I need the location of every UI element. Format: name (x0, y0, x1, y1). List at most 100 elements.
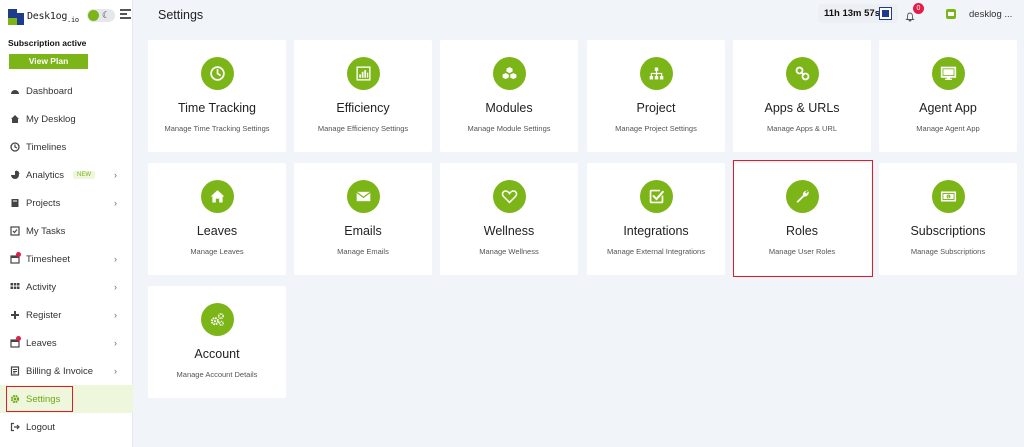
svg-text:$: $ (947, 195, 949, 199)
chevron-right-icon: › (114, 198, 117, 208)
gear-icon (10, 394, 20, 404)
card-account[interactable]: Account Manage Account Details (148, 286, 286, 398)
sidebar-item-my-tasks[interactable]: My Tasks (0, 217, 133, 245)
logo-mark-icon (8, 9, 24, 25)
user-menu[interactable]: desklog ... (969, 9, 1012, 20)
card-title: Agent App (919, 101, 977, 115)
folder-icon (10, 198, 20, 208)
sidebar-item-label: Dashboard (26, 85, 73, 97)
sidebar-nav: Dashboard My Desklog Timelines Analytics… (0, 77, 133, 413)
card-agent-app[interactable]: Agent App Manage Agent App (879, 40, 1017, 152)
card-subscriptions[interactable]: $ Subscriptions Manage Subscriptions (879, 163, 1017, 275)
check-square-icon (640, 180, 673, 213)
chevron-right-icon: › (114, 170, 117, 180)
stop-timer-button[interactable] (879, 7, 892, 20)
card-title: Subscriptions (910, 224, 986, 238)
plus-icon (10, 310, 20, 320)
card-title: Modules (485, 101, 533, 115)
sidebar-item-activity[interactable]: Activity › (0, 273, 133, 301)
card-subtitle: Manage External Integrations (607, 247, 705, 256)
sidebar-item-analytics[interactable]: Analytics NEW › (0, 161, 133, 189)
sidebar-item-label: Timesheet (26, 253, 70, 265)
card-subtitle: Manage Subscriptions (910, 247, 986, 256)
monitor-icon (932, 57, 965, 90)
envelope-icon (347, 180, 380, 213)
sidebar-item-label: My Tasks (26, 225, 66, 237)
view-plan-button[interactable]: View Plan (9, 54, 88, 69)
sidebar-item-label: Register (26, 309, 62, 321)
sidebar-item-settings[interactable]: Settings (0, 385, 133, 413)
bar-chart-icon (347, 57, 380, 90)
chevron-right-icon: › (114, 282, 117, 292)
sidebar-item-timesheet[interactable]: Timesheet › (0, 245, 133, 273)
sidebar-item-label: Leaves (26, 337, 57, 349)
card-subtitle: Manage Module Settings (467, 124, 551, 133)
sidebar-item-label: My Desklog (26, 113, 76, 125)
card-project[interactable]: Project Manage Project Settings (587, 40, 725, 152)
sidebar-item-label: Analytics (26, 169, 65, 181)
card-title: Integrations (623, 224, 689, 238)
card-subtitle: Manage Account Details (176, 370, 258, 379)
cogs-icon (201, 303, 234, 336)
page-title: Settings (158, 8, 204, 22)
tasks-icon (10, 226, 20, 236)
sidebar-item-logout[interactable]: Logout (0, 413, 133, 441)
logout-icon (10, 422, 20, 432)
home-icon (201, 180, 234, 213)
collapse-menu-icon[interactable] (120, 9, 131, 21)
sidebar-item-dashboard[interactable]: Dashboard (0, 77, 133, 105)
link-icon (786, 57, 819, 90)
card-title: Apps & URLs (764, 101, 840, 115)
grid-icon (10, 282, 20, 292)
card-subtitle: Manage Wellness (479, 247, 539, 256)
sitemap-icon (640, 57, 673, 90)
clock-icon (201, 57, 234, 90)
logo-text: Desk1og.io (27, 10, 79, 24)
new-badge: NEW (73, 171, 96, 179)
card-efficiency[interactable]: Efficiency Manage Efficiency Settings (294, 40, 432, 152)
subscription-status: Subscription active (8, 38, 87, 48)
card-title: Account (194, 347, 240, 361)
sidebar-item-billing[interactable]: Billing & Invoice › (0, 357, 133, 385)
card-subtitle: Manage Emails (337, 247, 389, 256)
dashboard-icon (10, 86, 20, 96)
billing-icon (10, 366, 20, 376)
clock-icon (10, 142, 20, 152)
card-modules[interactable]: Modules Manage Module Settings (440, 40, 578, 152)
card-leaves[interactable]: Leaves Manage Leaves (148, 163, 286, 275)
sidebar-item-timelines[interactable]: Timelines (0, 133, 133, 161)
sidebar-item-register[interactable]: Register › (0, 301, 133, 329)
card-subtitle: Manage Efficiency Settings (317, 124, 409, 133)
card-title: Wellness (483, 224, 535, 238)
card-title: Leaves (196, 224, 238, 238)
chevron-right-icon: › (114, 254, 117, 264)
cubes-icon (493, 57, 526, 90)
notification-count-badge: 0 (913, 3, 924, 14)
card-title: Time Tracking (177, 101, 257, 115)
pie-chart-icon (10, 170, 20, 180)
card-title: Emails (344, 224, 382, 238)
card-time-tracking[interactable]: Time Tracking Manage Time Tracking Setti… (148, 40, 286, 152)
card-subtitle: Manage User Roles (768, 247, 836, 256)
sidebar-item-label: Logout (26, 421, 56, 433)
card-roles[interactable]: Roles Manage User Roles (733, 163, 871, 275)
card-integrations[interactable]: Integrations Manage External Integration… (587, 163, 725, 275)
sidebar-item-projects[interactable]: Projects › (0, 189, 133, 217)
sidebar-item-label: Activity (26, 281, 57, 293)
theme-toggle[interactable]: ☾ (87, 9, 115, 22)
card-apps-urls[interactable]: Apps & URLs Manage Apps & URL (733, 40, 871, 152)
sidebar-item-label: Timelines (26, 141, 67, 153)
chevron-right-icon: › (114, 338, 117, 348)
toggle-knob (88, 10, 99, 21)
card-title: Efficiency (336, 101, 390, 115)
card-wellness[interactable]: Wellness Manage Wellness (440, 163, 578, 275)
card-emails[interactable]: Emails Manage Emails (294, 163, 432, 275)
notification-dot (16, 252, 21, 257)
heart-icon (493, 180, 526, 213)
avatar[interactable] (946, 9, 956, 19)
home-icon (10, 114, 20, 124)
card-subtitle: Manage Leaves (190, 247, 244, 256)
sidebar-item-my-desklog[interactable]: My Desklog (0, 105, 133, 133)
sidebar-item-leaves[interactable]: Leaves › (0, 329, 133, 357)
chevron-right-icon: › (114, 310, 117, 320)
